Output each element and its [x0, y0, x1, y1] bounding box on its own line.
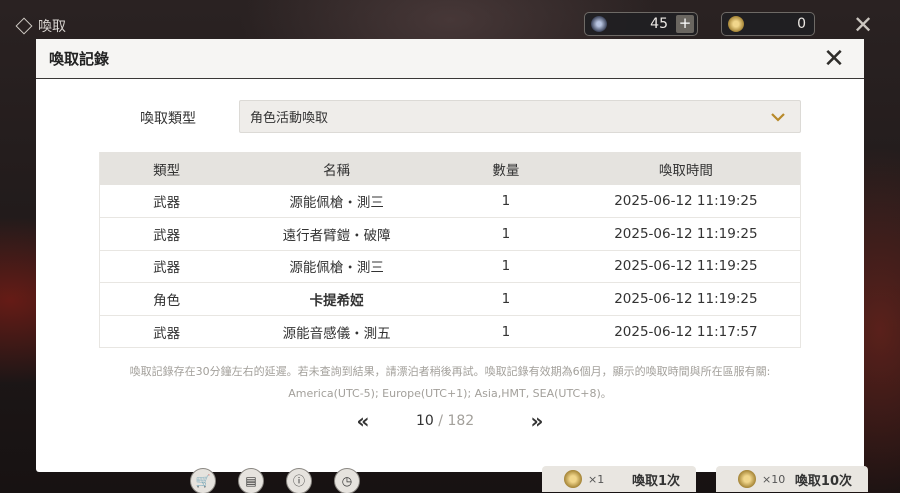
- note-line-1: 喚取記錄存在30分鐘左右的延遲。若未查詢到結果，請漂泊者稍後再試。喚取記錄有效期…: [129, 365, 771, 378]
- total-pages: / 182: [433, 413, 475, 429]
- note-line-2: America(UTC-5); Europe(UTC+1); Asia,HMT,…: [288, 387, 612, 400]
- shop-cart-icon[interactable]: 🛒: [190, 468, 216, 493]
- page-title-text: 喚取: [38, 19, 66, 35]
- next-page-button[interactable]: »: [523, 410, 551, 434]
- currency-star: 45 +: [584, 12, 698, 36]
- pull-type-dropdown[interactable]: 角色活動喚取: [239, 100, 801, 133]
- pull-ten-label: 喚取10次: [794, 473, 852, 489]
- row-qty: 1: [439, 217, 572, 251]
- pull-ten-button[interactable]: ×10 喚取10次: [716, 466, 868, 492]
- currency-coin-value: 0: [797, 16, 806, 32]
- details-icon[interactable]: ▤: [238, 468, 264, 493]
- row-type: 武器: [99, 185, 234, 219]
- close-icon[interactable]: ✕: [848, 12, 878, 38]
- header-qty: 數量: [439, 152, 572, 185]
- row-type: 角色: [99, 282, 234, 316]
- page-title: 喚取: [15, 16, 66, 36]
- coin-icon: [564, 470, 582, 488]
- row-qty: 1: [439, 185, 572, 219]
- row-qty: 1: [439, 250, 572, 284]
- table-row: 武器 源能音感儀・測五 1 2025-06-12 11:17:57: [99, 315, 801, 349]
- header-name: 名稱: [233, 152, 440, 185]
- row-name: 源能佩槍・測三: [233, 185, 440, 219]
- row-name: 源能佩槍・測三: [233, 250, 440, 284]
- info-icon[interactable]: ⓘ: [286, 468, 312, 493]
- top-bar: 喚取 45 + 0 ✕: [0, 0, 900, 44]
- table-row: 武器 源能佩槍・測三 1 2025-06-12 11:19:25: [99, 250, 801, 284]
- row-time: 2025-06-12 11:19:25: [571, 282, 801, 316]
- record-modal: 喚取記錄 ✕ 喚取類型 角色活動喚取 類型 名稱 數量 喚取時間 武器 源能佩槍…: [36, 39, 864, 472]
- filter-label: 喚取類型: [140, 111, 196, 127]
- bottom-toolbar: 🛒 ▤ ⓘ ◷: [190, 468, 360, 493]
- star-icon: [591, 16, 607, 32]
- row-type: 武器: [99, 250, 234, 284]
- prev-page-button[interactable]: «: [349, 410, 377, 434]
- row-time: 2025-06-12 11:19:25: [571, 217, 801, 251]
- currency-coin: 0: [721, 12, 815, 36]
- record-table: 類型 名稱 數量 喚取時間 武器 源能佩槍・測三 1 2025-06-12 11…: [99, 152, 801, 349]
- modal-title: 喚取記錄: [49, 50, 110, 68]
- coin-icon: [738, 470, 756, 488]
- header-type: 類型: [99, 152, 234, 185]
- row-name: 遠行者臂鎧・破障: [233, 217, 440, 251]
- table-row: 武器 遠行者臂鎧・破障 1 2025-06-12 11:19:25: [99, 217, 801, 251]
- table-row: 武器 源能佩槍・測三 1 2025-06-12 11:19:25: [99, 185, 801, 219]
- row-type: 武器: [99, 315, 234, 349]
- row-time: 2025-06-12 11:19:25: [571, 250, 801, 284]
- page-indicator: 10 / 182: [416, 413, 474, 429]
- pagination: « 10 / 182 »: [36, 410, 864, 434]
- row-name-highlight: 卡提希婭: [233, 282, 440, 316]
- row-time: 2025-06-12 11:19:25: [571, 185, 801, 219]
- chevron-down-icon: [771, 113, 785, 122]
- table-row: 角色 卡提希婭 1 2025-06-12 11:19:25: [99, 282, 801, 316]
- add-currency-button[interactable]: +: [676, 15, 694, 33]
- currency-star-value: 45: [650, 16, 668, 32]
- table-header-row: 類型 名稱 數量 喚取時間: [99, 152, 801, 185]
- row-time: 2025-06-12 11:17:57: [571, 315, 801, 349]
- pull-ten-mult: ×10: [762, 472, 786, 486]
- pull-once-button[interactable]: ×1 喚取1次: [542, 466, 696, 492]
- row-type: 武器: [99, 217, 234, 251]
- row-name: 源能音感儀・測五: [233, 315, 440, 349]
- header-time: 喚取時間: [571, 152, 801, 185]
- modal-close-icon[interactable]: ✕: [820, 43, 848, 75]
- coin-icon: [728, 16, 744, 32]
- modal-header: 喚取記錄 ✕: [36, 39, 864, 79]
- history-icon[interactable]: ◷: [334, 468, 360, 493]
- current-page: 10: [416, 413, 434, 429]
- row-qty: 1: [439, 315, 572, 349]
- record-note: 喚取記錄存在30分鐘左右的延遲。若未查詢到結果，請漂泊者稍後再試。喚取記錄有效期…: [96, 361, 804, 405]
- diamond-icon: [15, 17, 33, 35]
- pull-once-mult: ×1: [588, 472, 605, 486]
- pull-once-label: 喚取1次: [631, 473, 680, 489]
- pull-type-selected: 角色活動喚取: [250, 111, 329, 126]
- row-qty: 1: [439, 282, 572, 316]
